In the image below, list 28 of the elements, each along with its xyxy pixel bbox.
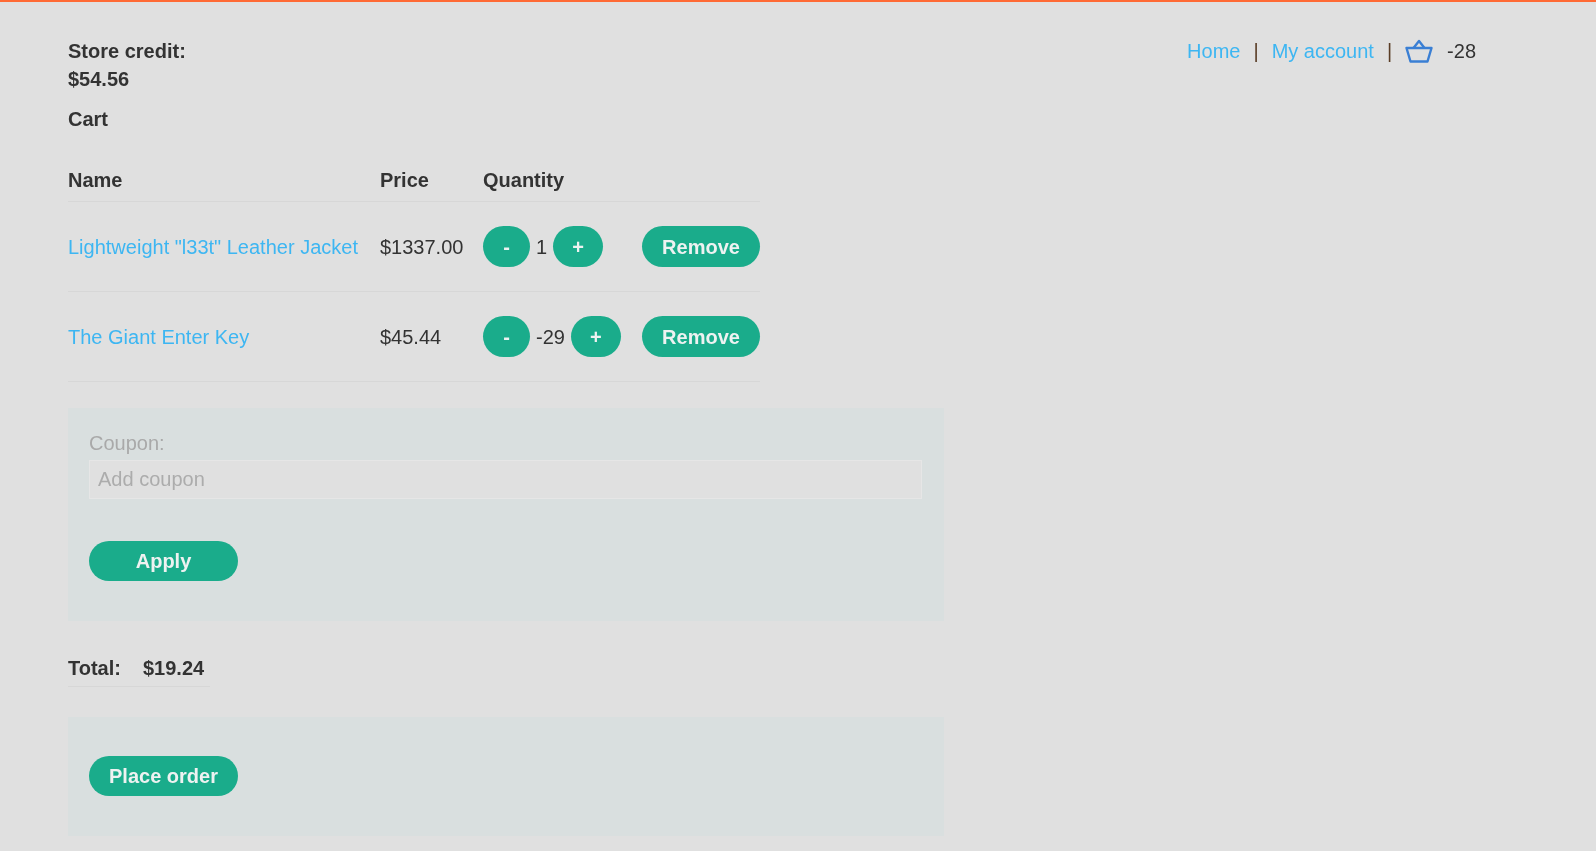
total-value: $19.24 xyxy=(142,656,205,681)
store-credit-label: Store credit: xyxy=(68,39,186,64)
product-link[interactable]: The Giant Enter Key xyxy=(68,325,250,348)
total-label: Total: xyxy=(68,656,121,681)
remove-button[interactable]: Remove xyxy=(642,226,760,267)
nav-link[interactable]: Home xyxy=(1187,37,1241,65)
price-cell: $45.44 xyxy=(380,325,442,348)
basket-icon[interactable] xyxy=(1405,39,1434,63)
store-credit-value: $54.56 xyxy=(68,67,130,92)
quantity-value: 1 xyxy=(536,234,548,260)
cart-title: Cart xyxy=(68,107,108,132)
column-header: Price xyxy=(380,169,429,191)
decrease-button[interactable]: - xyxy=(483,226,530,267)
column-header: Quantity xyxy=(483,169,565,191)
decrease-button[interactable]: - xyxy=(483,316,530,357)
quantity-value: -29 xyxy=(536,324,565,350)
nav-separator: | xyxy=(1253,39,1259,64)
cart-count: -28 xyxy=(1447,39,1476,64)
product-link[interactable]: Lightweight "l33t" Leather Jacket xyxy=(68,235,358,258)
nav-link[interactable]: My account xyxy=(1271,37,1374,65)
increase-button[interactable]: + xyxy=(553,226,604,267)
place-order-button[interactable]: Place order xyxy=(89,756,238,796)
increase-button[interactable]: + xyxy=(570,316,621,357)
column-header: Name xyxy=(68,169,123,191)
price-cell: $1337.00 xyxy=(380,235,464,258)
nav-separator: | xyxy=(1386,39,1393,64)
remove-button[interactable]: Remove xyxy=(642,316,760,357)
apply-button[interactable]: Apply xyxy=(89,541,238,581)
